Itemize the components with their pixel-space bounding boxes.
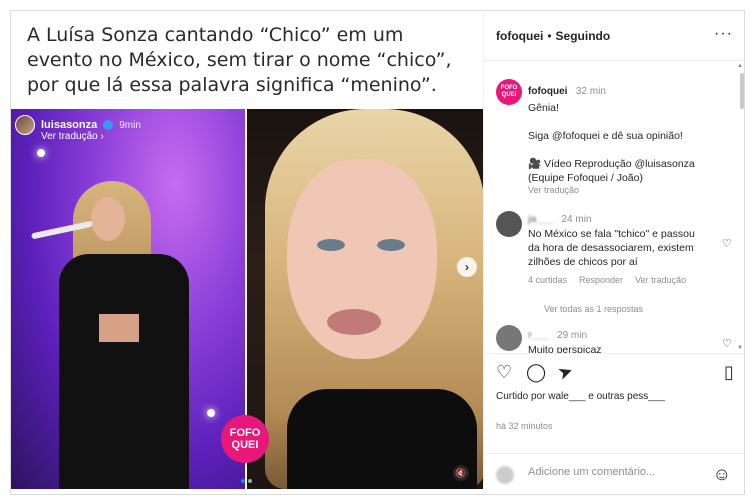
logo-line-1: FOFO (229, 427, 261, 439)
reply-button[interactable]: Responder (579, 275, 623, 285)
scrollbar-thumb[interactable] (740, 73, 744, 109)
post-caption-block: fofoquei 32 min Gênia! Siga @fofoquei e … (528, 81, 728, 195)
fofoquei-avatar[interactable]: FOFO QUEI (496, 79, 522, 105)
emoji-icon[interactable]: ☺ (713, 464, 731, 485)
post-translate-link[interactable]: Ver tradução (528, 185, 728, 195)
post-time: 32 min (575, 86, 606, 97)
selfie-jacket (287, 389, 477, 489)
comments-list[interactable]: FOFO QUEI fofoquei 32 min Gênia! Siga @f… (484, 61, 744, 353)
post-age: há 32 minutos (496, 421, 553, 431)
carousel-dot-active (241, 479, 245, 483)
avatar-line-1: FOFO (500, 85, 518, 91)
avatar-line-2: QUEI (501, 92, 517, 98)
add-comment-bar: ☺ (484, 453, 744, 494)
panel-header: fofoquei • Seguindo ··· (484, 11, 744, 61)
comment-text: No México se fala "tchico" e passou da h… (528, 228, 695, 268)
selfie-lips (327, 309, 381, 335)
view-replies-text[interactable]: Ver todas as 1 respostas (544, 304, 643, 314)
save-icon[interactable]: ▯ (724, 362, 734, 383)
comment-icon[interactable]: ◯ (526, 362, 546, 383)
header-separator: • (547, 28, 552, 43)
carousel-dot (248, 479, 252, 483)
concert-photo[interactable]: luisasonza 9min Ver tradução › (11, 109, 245, 489)
share-icon[interactable]: ➤ (555, 360, 576, 385)
action-bar: ♡ ◯ ➤ ▯ (484, 353, 744, 391)
verified-icon (103, 120, 114, 130)
story-avatar (15, 115, 35, 135)
comment-item: ja___ 24 min No México se fala "tchico" … (528, 209, 708, 285)
fofoquei-logo: FOFO QUEI (221, 415, 269, 463)
liked-by-text[interactable]: Curtido por wale___ e outras pess___ (496, 391, 736, 402)
add-comment-input[interactable] (528, 466, 698, 478)
comment-like-icon[interactable]: ♡ (722, 237, 732, 250)
mute-icon[interactable]: 🔇 (453, 465, 469, 481)
scroll-down-arrow[interactable]: ▼ (737, 345, 743, 351)
post-line: (Equipe Fofoquei / João) (528, 172, 643, 184)
story-translate-link[interactable]: Ver tradução › (41, 131, 104, 142)
avatar (496, 466, 514, 484)
header-username[interactable]: fofoquei (496, 29, 543, 43)
selfie-eye (317, 239, 345, 251)
singer-body (59, 254, 189, 489)
singer-face (91, 197, 125, 241)
media-area: A Luísa Sonza cantando “Chico” em um eve… (11, 11, 483, 494)
post-side-panel: fofoquei • Seguindo ··· FOFO QUEI fofoqu… (483, 11, 744, 494)
comment-translate-link[interactable]: Ver tradução (635, 275, 686, 285)
selfie-photo[interactable]: › 🔇 (247, 109, 483, 489)
post-line: Gênia! (528, 102, 559, 114)
scroll-up-arrow[interactable]: ▲ (737, 63, 743, 69)
logo-line-2: QUEI (231, 439, 259, 451)
selfie-eye (377, 239, 405, 251)
post-username[interactable]: fofoquei (528, 86, 567, 97)
comment-text: Muito perspicaz (528, 344, 602, 353)
post-line: Siga @fofoquei e dê sua opinião! (528, 130, 683, 142)
comment-username[interactable]: r___ (528, 330, 549, 341)
view-replies[interactable]: Ver todas as 1 respostas (544, 299, 643, 317)
more-options-icon[interactable]: ··· (714, 25, 733, 43)
commenter-avatar[interactable] (496, 325, 522, 351)
singer-midriff (99, 314, 139, 342)
post-line: 🎥 Vídeo Reprodução @luisasonza (528, 158, 695, 170)
story-time: 9min (119, 119, 141, 131)
comment-time: 29 min (557, 330, 588, 341)
comment-like-icon[interactable]: ♡ (722, 337, 732, 350)
comment-likes[interactable]: 4 curtidas (528, 275, 567, 285)
next-slide-icon[interactable]: › (457, 257, 477, 277)
stage-light (37, 149, 45, 157)
post-frame: A Luísa Sonza cantando “Chico” em um eve… (10, 10, 745, 495)
comment-username[interactable]: ja___ (528, 214, 553, 225)
stage-light (207, 409, 215, 417)
like-icon[interactable]: ♡ (496, 362, 512, 383)
tweet-caption: A Luísa Sonza cantando “Chico” em um eve… (27, 24, 452, 96)
story-username: luisasonza (41, 119, 98, 131)
carousel-dots (241, 479, 252, 483)
following-button[interactable]: Seguindo (556, 29, 611, 43)
comment-item: r___ 29 min Muito perspicaz (528, 325, 708, 353)
commenter-avatar[interactable] (496, 211, 522, 237)
comment-time: 24 min (561, 214, 592, 225)
